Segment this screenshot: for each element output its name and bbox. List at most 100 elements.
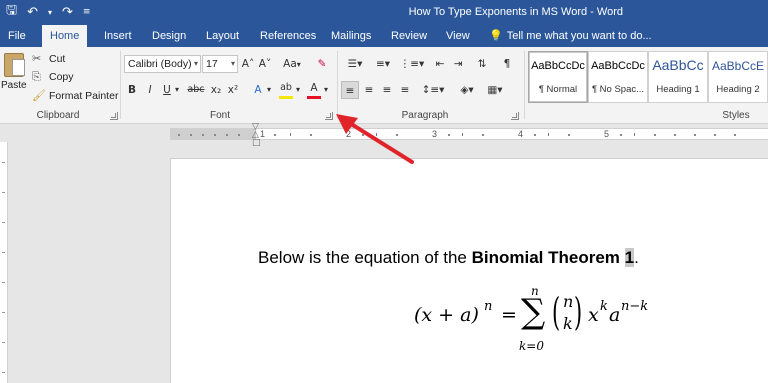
chevron-down-icon[interactable]: ▾ — [294, 81, 302, 99]
clear-formatting-icon[interactable]: ✎ — [314, 55, 330, 73]
style-normal[interactable]: AaBbCcDc ¶ Normal — [528, 51, 588, 103]
line-spacing-icon[interactable]: ↕≡▾ — [420, 81, 446, 99]
grow-font-button[interactable]: A˄ — [241, 55, 255, 73]
decrease-indent-icon[interactable]: ⇤ — [432, 55, 448, 73]
change-case-button[interactable]: Aa▾ — [280, 55, 304, 73]
text-effects-button[interactable]: A — [251, 81, 265, 99]
equation-lhs: (x + a) — [414, 304, 479, 326]
strikethrough-button[interactable]: abc — [186, 81, 206, 99]
tab-home[interactable]: Home — [42, 25, 88, 47]
underline-button[interactable]: U — [161, 81, 173, 99]
indent-marker-icon[interactable]: ▽ △ □ — [252, 123, 261, 148]
bold-button[interactable]: B — [125, 81, 139, 99]
increase-indent-icon[interactable]: ⇥ — [450, 55, 466, 73]
tab-design[interactable]: Design — [152, 25, 186, 47]
document-page[interactable]: Below is the equation of the Binomial Th… — [170, 158, 768, 383]
change-case-label: Aa — [283, 58, 297, 70]
ribbon-tabs: File Home Insert Design Layout Reference… — [0, 25, 768, 47]
ruler-number: 4 — [518, 129, 524, 139]
paragraph-group-label: Paragraph — [401, 110, 449, 121]
ruler-dot — [568, 134, 570, 136]
ruler-dot — [396, 134, 398, 136]
clipboard-dialog-launcher-icon[interactable] — [110, 112, 118, 120]
align-left-icon[interactable]: ≡ — [341, 81, 359, 99]
group-divider — [337, 51, 338, 119]
tell-me-box[interactable]: 💡 Tell me what you want to do... — [489, 25, 652, 47]
vertical-ruler[interactable] — [0, 142, 8, 383]
bold-text: Binomial Theorem — [471, 248, 625, 267]
paste-button-label[interactable]: Paste — [1, 80, 27, 91]
show-formatting-marks-icon[interactable]: ¶ — [500, 55, 514, 73]
copy-button[interactable]: ⎘ Copy — [32, 69, 74, 85]
align-center-icon[interactable]: ≡ — [361, 81, 377, 99]
ruler-margin — [170, 129, 256, 139]
styles-group-label: Styles — [722, 110, 750, 121]
paste-icon[interactable] — [4, 53, 25, 77]
tab-view[interactable]: View — [446, 25, 470, 47]
ruler-dot — [714, 134, 716, 136]
sort-icon[interactable]: ⇅ — [474, 55, 490, 73]
font-color-button[interactable]: A — [307, 79, 321, 97]
format-painter-button[interactable]: 🖌 Format Painter — [32, 88, 118, 104]
style-sample: AaBbCc — [652, 57, 704, 73]
tab-review[interactable]: Review — [391, 25, 427, 47]
sigma-symbol: ∑ — [521, 292, 546, 332]
font-size-combo[interactable]: 17 ▾ — [202, 55, 238, 73]
cut-button[interactable]: ✂ Cut — [32, 51, 65, 67]
ribbon: Paste ✂ Cut ⎘ Copy 🖌 Format Painter Clipboa… — [0, 47, 768, 124]
tab-layout[interactable]: Layout — [206, 25, 239, 47]
chevron-down-icon[interactable]: ▾ — [265, 81, 273, 99]
style-name: Heading 2 — [716, 84, 760, 95]
ruler-dot — [190, 134, 192, 136]
format-painter-label: Format Painter — [49, 90, 119, 102]
subscript-button[interactable]: x₂ — [209, 81, 223, 99]
style-no-spacing[interactable]: AaBbCcDc ¶ No Spac... — [588, 51, 648, 103]
font-name-combo[interactable]: Calibri (Body) ▾ — [124, 55, 201, 73]
ruler-dot — [226, 134, 228, 136]
font-dialog-launcher-icon[interactable] — [325, 112, 333, 120]
shading-icon[interactable]: ◈▾ — [455, 81, 479, 99]
chevron-down-icon: ▾ — [296, 60, 301, 69]
ruler-tick — [2, 372, 5, 373]
align-right-icon[interactable]: ≡ — [379, 81, 395, 99]
shrink-font-button[interactable]: A˅ — [258, 55, 272, 73]
equation-equals: = — [501, 304, 517, 326]
tab-file[interactable]: File — [8, 25, 26, 47]
ruler-tick — [2, 282, 5, 283]
cut-label: Cut — [49, 53, 66, 65]
italic-button[interactable]: I — [144, 81, 156, 99]
document-title: How To Type Exponents in MS Word - Word — [408, 6, 623, 18]
numbering-icon[interactable]: ≡▾ — [370, 55, 396, 73]
superscript-button[interactable]: x² — [226, 81, 240, 99]
horizontal-ruler[interactable]: 1 2 3 4 5 — [0, 124, 768, 142]
ruler-dot — [202, 134, 204, 136]
ruler-number: 5 — [604, 129, 610, 139]
ruler-dot — [734, 134, 736, 136]
tab-insert[interactable]: Insert — [104, 25, 132, 47]
borders-icon[interactable]: ▦▾ — [483, 81, 507, 99]
ruler-tick — [2, 162, 5, 163]
equation-a: a — [609, 304, 621, 326]
ruler-dot — [620, 134, 622, 136]
font-group-label: Font — [209, 110, 230, 121]
body-paragraph[interactable]: Below is the equation of the Binomial Th… — [258, 248, 639, 268]
group-divider — [120, 51, 121, 119]
tab-references[interactable]: References — [260, 25, 316, 47]
ruler-tick — [2, 192, 5, 193]
ruler-tick — [290, 133, 291, 136]
paragraph-dialog-launcher-icon[interactable] — [511, 112, 519, 120]
justify-icon[interactable]: ≡ — [397, 81, 413, 99]
multilevel-list-icon[interactable]: ⋮≡▾ — [398, 55, 426, 73]
style-name: ¶ No Spac... — [591, 84, 645, 95]
style-heading-1[interactable]: AaBbCc Heading 1 — [648, 51, 708, 103]
style-heading-2[interactable]: AaBbCcE Heading 2 — [708, 51, 768, 103]
chevron-down-icon[interactable]: ▾ — [322, 81, 330, 99]
highlight-button[interactable]: ab — [278, 79, 294, 97]
tab-mailings[interactable]: Mailings — [331, 25, 371, 47]
ruler-tick — [462, 133, 463, 136]
highlight-color-bar — [279, 96, 293, 99]
bullets-icon[interactable]: ☰▾ — [342, 55, 368, 73]
ruler-tick — [548, 133, 549, 136]
ruler-dot — [448, 134, 450, 136]
chevron-down-icon[interactable]: ▾ — [173, 81, 181, 99]
